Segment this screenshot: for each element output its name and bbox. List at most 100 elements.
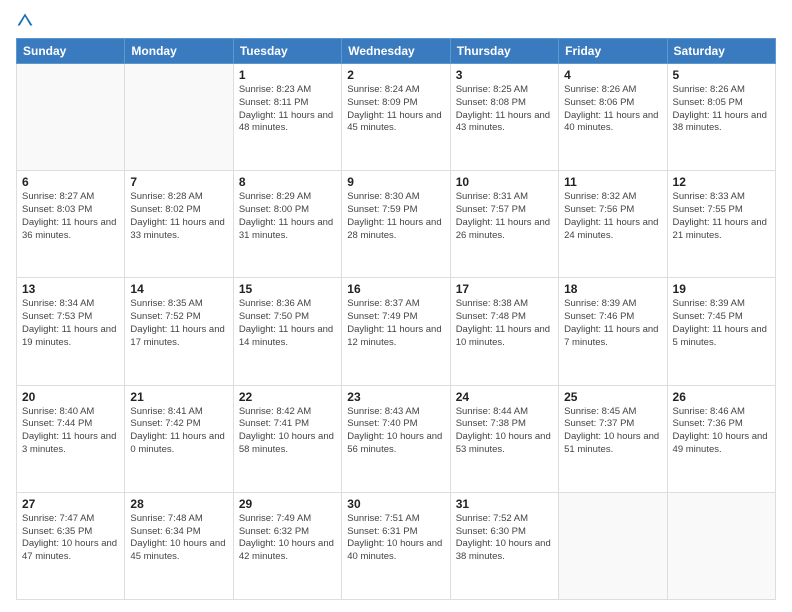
calendar-cell: [125, 64, 233, 171]
day-number: 16: [347, 282, 444, 296]
day-number: 13: [22, 282, 119, 296]
day-number: 17: [456, 282, 553, 296]
calendar-week-5: 27 Sunrise: 7:47 AM Sunset: 6:35 PM Dayli…: [17, 492, 776, 599]
day-info: Sunrise: 8:36 AM Sunset: 7:50 PM Dayligh…: [239, 298, 336, 349]
calendar-cell: [559, 492, 667, 599]
day-number: 15: [239, 282, 336, 296]
day-info: Sunrise: 8:25 AM Sunset: 8:08 PM Dayligh…: [456, 84, 553, 135]
day-info: Sunrise: 8:32 AM Sunset: 7:56 PM Dayligh…: [564, 191, 661, 242]
logo: [16, 12, 36, 30]
day-info: Sunrise: 8:26 AM Sunset: 8:06 PM Dayligh…: [564, 84, 661, 135]
day-info: Sunrise: 7:51 AM Sunset: 6:31 PM Dayligh…: [347, 513, 444, 564]
column-header-friday: Friday: [559, 39, 667, 64]
day-number: 5: [673, 68, 770, 82]
day-info: Sunrise: 8:39 AM Sunset: 7:45 PM Dayligh…: [673, 298, 770, 349]
day-number: 20: [22, 390, 119, 404]
day-info: Sunrise: 8:27 AM Sunset: 8:03 PM Dayligh…: [22, 191, 119, 242]
day-info: Sunrise: 8:37 AM Sunset: 7:49 PM Dayligh…: [347, 298, 444, 349]
day-number: 7: [130, 175, 227, 189]
day-info: Sunrise: 7:52 AM Sunset: 6:30 PM Dayligh…: [456, 513, 553, 564]
day-number: 2: [347, 68, 444, 82]
column-header-sunday: Sunday: [17, 39, 125, 64]
calendar-cell: 11Sunrise: 8:32 AM Sunset: 7:56 PM Dayli…: [559, 171, 667, 278]
calendar-cell: 4 Sunrise: 8:26 AM Sunset: 8:06 PM Daylig…: [559, 64, 667, 171]
day-info: Sunrise: 8:40 AM Sunset: 7:44 PM Dayligh…: [22, 406, 119, 457]
day-info: Sunrise: 8:24 AM Sunset: 8:09 PM Dayligh…: [347, 84, 444, 135]
calendar-cell: 22 Sunrise: 8:42 AM Sunset: 7:41 PM Dayli…: [233, 385, 341, 492]
calendar-cell: 20 Sunrise: 8:40 AM Sunset: 7:44 PM Dayli…: [17, 385, 125, 492]
calendar-table: SundayMondayTuesdayWednesdayThursdayFrid…: [16, 38, 776, 600]
calendar-cell: 10 Sunrise: 8:31 AM Sunset: 7:57 PM Dayli…: [450, 171, 558, 278]
calendar-cell: 15 Sunrise: 8:36 AM Sunset: 7:50 PM Dayli…: [233, 278, 341, 385]
day-info: Sunrise: 8:46 AM Sunset: 7:36 PM Dayligh…: [673, 406, 770, 457]
calendar-cell: 21 Sunrise: 8:41 AM Sunset: 7:42 PM Dayli…: [125, 385, 233, 492]
calendar-cell: 29Sunrise: 7:49 AM Sunset: 6:32 PM Dayli…: [233, 492, 341, 599]
day-info: Sunrise: 8:33 AM Sunset: 7:55 PM Dayligh…: [673, 191, 770, 242]
day-number: 10: [456, 175, 553, 189]
day-number: 27: [22, 497, 119, 511]
calendar-week-2: 6Sunrise: 8:27 AM Sunset: 8:03 PM Daylig…: [17, 171, 776, 278]
day-number: 8: [239, 175, 336, 189]
calendar-cell: 28 Sunrise: 7:48 AM Sunset: 6:34 PM Dayli…: [125, 492, 233, 599]
calendar-cell: 16 Sunrise: 8:37 AM Sunset: 7:49 PM Dayli…: [342, 278, 450, 385]
calendar-week-4: 20 Sunrise: 8:40 AM Sunset: 7:44 PM Dayli…: [17, 385, 776, 492]
calendar-cell: 30 Sunrise: 7:51 AM Sunset: 6:31 PM Dayli…: [342, 492, 450, 599]
day-info: Sunrise: 8:23 AM Sunset: 8:11 PM Dayligh…: [239, 84, 336, 135]
day-number: 3: [456, 68, 553, 82]
calendar-cell: 12Sunrise: 8:33 AM Sunset: 7:55 PM Dayli…: [667, 171, 775, 278]
calendar-cell: 6Sunrise: 8:27 AM Sunset: 8:03 PM Daylig…: [17, 171, 125, 278]
column-header-thursday: Thursday: [450, 39, 558, 64]
day-info: Sunrise: 8:42 AM Sunset: 7:41 PM Dayligh…: [239, 406, 336, 457]
calendar-cell: 7 Sunrise: 8:28 AM Sunset: 8:02 PM Daylig…: [125, 171, 233, 278]
day-info: Sunrise: 8:38 AM Sunset: 7:48 PM Dayligh…: [456, 298, 553, 349]
day-number: 14: [130, 282, 227, 296]
calendar-cell: 18 Sunrise: 8:39 AM Sunset: 7:46 PM Dayli…: [559, 278, 667, 385]
day-info: Sunrise: 8:44 AM Sunset: 7:38 PM Dayligh…: [456, 406, 553, 457]
day-number: 29: [239, 497, 336, 511]
day-number: 4: [564, 68, 661, 82]
day-info: Sunrise: 7:48 AM Sunset: 6:34 PM Dayligh…: [130, 513, 227, 564]
calendar-cell: 17 Sunrise: 8:38 AM Sunset: 7:48 PM Dayli…: [450, 278, 558, 385]
day-number: 18: [564, 282, 661, 296]
day-number: 31: [456, 497, 553, 511]
day-info: Sunrise: 8:35 AM Sunset: 7:52 PM Dayligh…: [130, 298, 227, 349]
day-info: Sunrise: 8:26 AM Sunset: 8:05 PM Dayligh…: [673, 84, 770, 135]
day-number: 26: [673, 390, 770, 404]
day-number: 21: [130, 390, 227, 404]
day-info: Sunrise: 8:29 AM Sunset: 8:00 PM Dayligh…: [239, 191, 336, 242]
day-info: Sunrise: 7:47 AM Sunset: 6:35 PM Dayligh…: [22, 513, 119, 564]
day-number: 28: [130, 497, 227, 511]
calendar-cell: 2 Sunrise: 8:24 AM Sunset: 8:09 PM Daylig…: [342, 64, 450, 171]
column-header-tuesday: Tuesday: [233, 39, 341, 64]
day-number: 23: [347, 390, 444, 404]
day-number: 1: [239, 68, 336, 82]
day-info: Sunrise: 8:34 AM Sunset: 7:53 PM Dayligh…: [22, 298, 119, 349]
calendar-cell: 3 Sunrise: 8:25 AM Sunset: 8:08 PM Daylig…: [450, 64, 558, 171]
day-info: Sunrise: 8:43 AM Sunset: 7:40 PM Dayligh…: [347, 406, 444, 457]
calendar-cell: 19Sunrise: 8:39 AM Sunset: 7:45 PM Dayli…: [667, 278, 775, 385]
day-number: 25: [564, 390, 661, 404]
page-header: [16, 12, 776, 30]
day-info: Sunrise: 8:41 AM Sunset: 7:42 PM Dayligh…: [130, 406, 227, 457]
day-number: 9: [347, 175, 444, 189]
logo-icon: [16, 12, 34, 30]
calendar-cell: 23 Sunrise: 8:43 AM Sunset: 7:40 PM Dayli…: [342, 385, 450, 492]
calendar-cell: 24 Sunrise: 8:44 AM Sunset: 7:38 PM Dayli…: [450, 385, 558, 492]
calendar-cell: 27 Sunrise: 7:47 AM Sunset: 6:35 PM Dayli…: [17, 492, 125, 599]
day-number: 30: [347, 497, 444, 511]
calendar-body: 1 Sunrise: 8:23 AM Sunset: 8:11 PM Daylig…: [17, 64, 776, 600]
calendar-week-1: 1 Sunrise: 8:23 AM Sunset: 8:11 PM Daylig…: [17, 64, 776, 171]
calendar-cell: [667, 492, 775, 599]
day-info: Sunrise: 8:31 AM Sunset: 7:57 PM Dayligh…: [456, 191, 553, 242]
calendar-cell: 5 Sunrise: 8:26 AM Sunset: 8:05 PM Daylig…: [667, 64, 775, 171]
calendar-cell: 25Sunrise: 8:45 AM Sunset: 7:37 PM Dayli…: [559, 385, 667, 492]
calendar-header-row: SundayMondayTuesdayWednesdayThursdayFrid…: [17, 39, 776, 64]
day-info: Sunrise: 8:28 AM Sunset: 8:02 PM Dayligh…: [130, 191, 227, 242]
calendar-cell: 13 Sunrise: 8:34 AM Sunset: 7:53 PM Dayli…: [17, 278, 125, 385]
day-number: 24: [456, 390, 553, 404]
day-number: 22: [239, 390, 336, 404]
calendar-cell: 26 Sunrise: 8:46 AM Sunset: 7:36 PM Dayli…: [667, 385, 775, 492]
day-info: Sunrise: 8:39 AM Sunset: 7:46 PM Dayligh…: [564, 298, 661, 349]
column-header-wednesday: Wednesday: [342, 39, 450, 64]
calendar-cell: 8 Sunrise: 8:29 AM Sunset: 8:00 PM Daylig…: [233, 171, 341, 278]
